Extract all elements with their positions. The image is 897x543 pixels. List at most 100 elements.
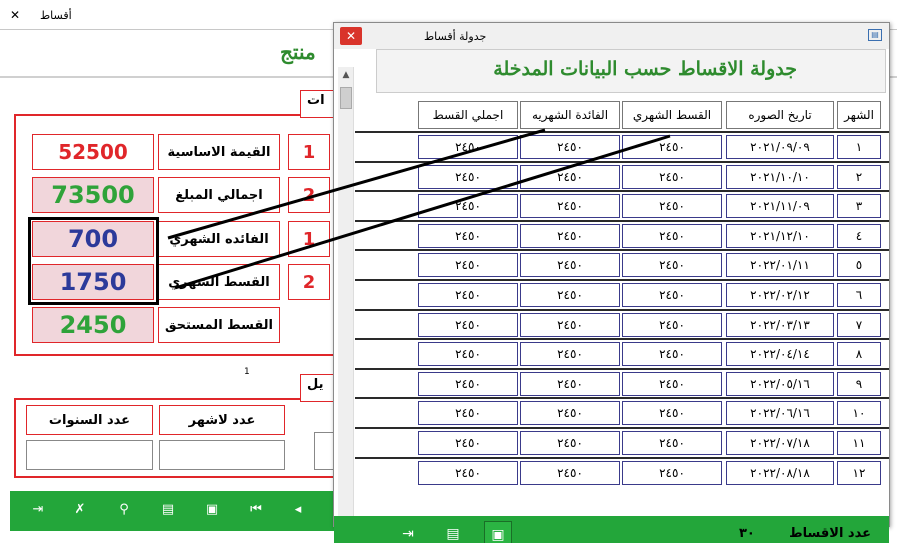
fg-header-panel: جدولة الاقساط حسب البيانات المدخلة: [376, 49, 886, 93]
years-count-input[interactable]: [26, 440, 153, 470]
digit-field[interactable]: 1: [288, 134, 330, 170]
cell-date: ٢٠٢٢/٠٧/١٨: [726, 431, 834, 455]
cell-date: ٢٠٢١/١٢/١٠: [726, 223, 834, 248]
cell-installment: ٢٤٥٠: [622, 253, 722, 278]
digit-field[interactable]: 2: [288, 177, 330, 213]
cell-interest: ٢٤٥٠: [520, 253, 620, 278]
cell-month: ١: [837, 135, 881, 159]
row-separator: [355, 427, 889, 429]
bg-main-title: منتج: [280, 40, 316, 64]
save-icon[interactable]: ▣: [202, 500, 222, 520]
cell-installment: ٢٤٥٠: [622, 135, 722, 159]
close-icon[interactable]: ✕: [340, 27, 362, 45]
cell-installment: ٢٤٥٠: [622, 371, 722, 396]
cell-month: ١٢: [837, 460, 881, 485]
close-icon[interactable]: ✕: [8, 8, 22, 22]
total-amount-label: اجمالي المبلغ: [158, 177, 280, 213]
cell-installment: ٢٤٥٠: [622, 401, 722, 426]
cell-date: ٢٠٢١/١١/٠٩: [726, 194, 834, 219]
total-amount-field[interactable]: 73500: [32, 177, 154, 213]
monthly-interest-label: الفائده الشهري: [158, 221, 280, 257]
page-number: 1: [244, 367, 250, 377]
vertical-scrollbar[interactable]: ▲: [338, 67, 354, 527]
cell-date: ٢٠٢٢/٠٨/١٨: [726, 460, 834, 485]
base-value-label: القيمة الاساسية: [158, 134, 280, 170]
print-icon[interactable]: ▤: [439, 521, 467, 543]
cell-total: ٢٤٥٠: [418, 253, 518, 278]
cell-installment: ٢٤٥٠: [622, 431, 722, 455]
cell-month: ٦: [837, 283, 881, 307]
row-separator: [355, 190, 889, 193]
cell-total: ٢٤٥٠: [418, 431, 518, 455]
cell-interest: ٢٤٥٠: [520, 223, 620, 248]
cell-total: ٢٤٥٠: [418, 194, 518, 219]
cell-interest: ٢٤٥٠: [520, 164, 620, 189]
cell-interest: ٢٤٥٠: [520, 460, 620, 485]
years-count-label: عدد السنوات: [26, 405, 153, 435]
months-count-input[interactable]: [159, 440, 285, 470]
exit-icon[interactable]: ⇥: [28, 500, 48, 520]
cell-total: ٢٤٥٠: [418, 371, 518, 396]
cell-date: ٢٠٢٢/٠٥/١٦: [726, 371, 834, 396]
cell-month: ٣: [837, 194, 881, 219]
cell-interest: ٢٤٥٠: [520, 312, 620, 337]
cell-installment: ٢٤٥٠: [622, 283, 722, 307]
digit-field[interactable]: 1: [288, 221, 330, 257]
schedule-heading: جدولة الاقساط حسب البيانات المدخلة: [493, 58, 797, 80]
cell-date: ٢٠٢٢/٠٦/١٦: [726, 401, 834, 426]
bg-window-title: أقساط: [40, 9, 72, 22]
cell-total: ٢٤٥٠: [418, 460, 518, 485]
installments-count: ٣٠: [739, 526, 755, 541]
row-separator: [355, 279, 889, 281]
prev-record-icon[interactable]: ◂: [288, 500, 308, 520]
column-header-total: اجملي القسط: [418, 101, 518, 129]
scroll-thumb[interactable]: [340, 87, 352, 109]
row-separator: [355, 367, 889, 370]
cell-installment: ٢٤٥٠: [622, 164, 722, 189]
cell-interest: ٢٤٥٠: [520, 283, 620, 307]
cell-month: ٧: [837, 312, 881, 337]
exit-icon[interactable]: ⇥: [394, 521, 422, 543]
row-separator: [355, 249, 889, 252]
fg-window-body: ▲ جدولة الاقساط حسب البيانات المدخلة الش…: [334, 49, 889, 543]
cell-date: ٢٠٢٢/٠١/١١: [726, 253, 834, 278]
fg-window-title: جدولة أقساط: [424, 30, 487, 43]
save-icon[interactable]: ▣: [484, 521, 512, 543]
print-icon[interactable]: ▤: [158, 500, 178, 520]
highlight-box: [28, 217, 159, 305]
cell-month: ٩: [837, 371, 881, 396]
cell-installment: ٢٤٥٠: [622, 342, 722, 367]
digit-field[interactable]: 2: [288, 264, 330, 300]
due-installment-field[interactable]: 2450: [32, 307, 154, 343]
column-header-date: تاريخ الصوره: [726, 101, 834, 129]
cell-installment: ٢٤٥٠: [622, 223, 722, 248]
fg-window-titlebar: ✕ جدولة أقساط ▤: [334, 23, 889, 49]
cell-installment: ٢٤٥٠: [622, 312, 722, 337]
row-separator: [355, 219, 889, 222]
cell-date: ٢٠٢٢/٠٢/١٢: [726, 283, 834, 307]
window-icon: ▤: [868, 29, 882, 41]
search-icon[interactable]: ⚲: [114, 500, 134, 520]
delete-icon[interactable]: ✗: [70, 500, 90, 520]
cell-installment: ٢٤٥٠: [622, 194, 722, 219]
months-count-label: عدد لاشهر: [159, 405, 285, 435]
cell-total: ٢٤٥٠: [418, 401, 518, 426]
scroll-up-icon[interactable]: ▲: [338, 67, 354, 83]
cell-month: ٢: [837, 164, 881, 189]
cell-interest: ٢٤٥٠: [520, 135, 620, 159]
cell-total: ٢٤٥٠: [418, 223, 518, 248]
due-installment-label: القسط المستحق: [158, 307, 280, 343]
fg-toolbar: عدد الاقساط ٣٠ ⇥ ▤ ▣: [334, 516, 889, 543]
column-header-month: الشهر: [837, 101, 881, 129]
first-record-icon[interactable]: ⏮: [246, 500, 266, 520]
cell-date: ٢٠٢١/٠٩/٠٩: [726, 135, 834, 159]
cell-total: ٢٤٥٠: [418, 164, 518, 189]
cell-date: ٢٠٢٢/٠٤/١٤: [726, 342, 834, 367]
row-separator: [355, 160, 889, 163]
base-value-field[interactable]: 52500: [32, 134, 154, 170]
cell-interest: ٢٤٥٠: [520, 401, 620, 426]
cell-installment: ٢٤٥٠: [622, 460, 722, 485]
cell-total: ٢٤٥٠: [418, 342, 518, 367]
cell-month: ١٠: [837, 401, 881, 426]
column-header-installment: القسط الشهري: [622, 101, 722, 129]
